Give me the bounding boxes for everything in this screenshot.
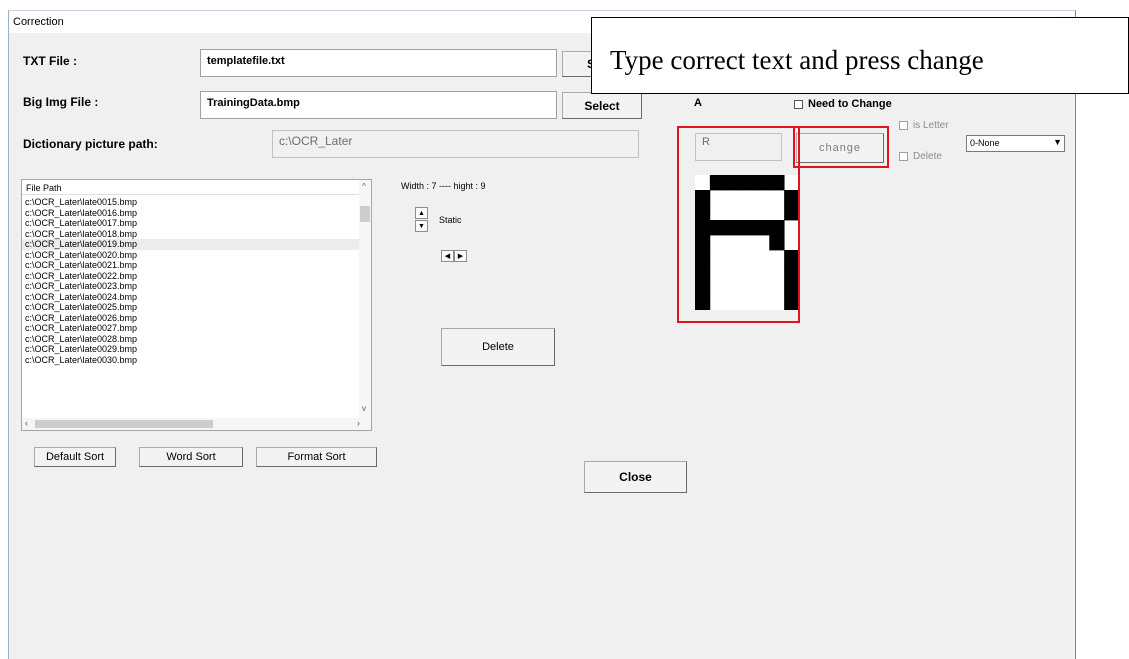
need-to-change-box[interactable] [794,99,803,109]
image-size-text: Width : 7 ---- hight : 9 [401,181,486,191]
file-path-row[interactable]: c:\OCR_Later\late0017.bmp [22,218,362,229]
file-path-row[interactable]: c:\OCR_Later\late0018.bmp [22,229,362,240]
static-label: Static [439,215,462,225]
file-path-row[interactable]: c:\OCR_Later\late0026.bmp [22,313,362,324]
list-horizontal-scrollbar[interactable]: ‹ › [22,418,371,430]
current-char-label: A [694,97,702,109]
spin-right-icon[interactable]: ▶ [454,250,467,262]
spin-up-icon[interactable]: ▲ [415,207,428,219]
default-sort-button[interactable]: Default Sort [34,447,116,467]
need-to-change-label: Need to Change [808,98,892,110]
file-path-row[interactable]: c:\OCR_Later\late0030.bmp [22,355,362,366]
list-vertical-scrollbar[interactable]: ^ v [359,180,371,419]
category-dropdown-value: 0-None [970,138,1000,148]
change-highlight-box [793,126,889,168]
file-path-header: File Path [22,180,362,195]
is-letter-box[interactable] [899,121,908,130]
dictionary-path-input[interactable]: c:\OCR_Later [272,130,639,158]
instruction-callout: Type correct text and press change [591,17,1129,94]
file-path-row[interactable]: c:\OCR_Later\late0019.bmp [22,239,362,250]
instruction-callout-text: Type correct text and press change [610,45,984,75]
dictionary-path-label: Dictionary picture path: [23,137,158,151]
file-path-row[interactable]: c:\OCR_Later\late0028.bmp [22,334,362,345]
category-dropdown[interactable]: 0-None ▼ [966,135,1065,152]
delete-checkbox[interactable]: Delete [899,151,942,162]
horizontal-scroll-thumb[interactable] [35,420,213,428]
format-sort-button[interactable]: Format Sort [256,447,377,467]
file-path-row[interactable]: c:\OCR_Later\late0022.bmp [22,271,362,282]
window-title: Correction [13,16,64,28]
glyph-highlight-box [677,126,800,323]
spin-left-icon[interactable]: ◀ [441,250,454,262]
scroll-down-icon[interactable]: v [362,404,366,413]
scroll-right-icon[interactable]: › [357,418,360,428]
delete-box[interactable] [899,152,908,161]
txt-file-input[interactable]: templatefile.txt [200,49,557,77]
need-to-change-checkbox[interactable]: Need to Change [794,98,892,110]
close-button[interactable]: Close [584,461,687,493]
is-letter-label: is Letter [913,120,949,131]
big-img-file-label: Big Img File : [23,95,99,109]
file-path-row[interactable]: c:\OCR_Later\late0016.bmp [22,208,362,219]
file-path-row[interactable]: c:\OCR_Later\late0015.bmp [22,197,362,208]
word-sort-button[interactable]: Word Sort [139,447,243,467]
spin-down-icon[interactable]: ▼ [415,220,428,232]
file-path-list[interactable]: File Path c:\OCR_Later\late0015.bmp c:\OC… [21,179,372,431]
file-path-row[interactable]: c:\OCR_Later\late0025.bmp [22,302,362,313]
scroll-up-icon[interactable]: ^ [362,182,366,191]
big-img-select-button[interactable]: Select [562,92,642,119]
file-path-row[interactable]: c:\OCR_Later\late0024.bmp [22,292,362,303]
vertical-scroll-thumb[interactable] [360,206,370,222]
delete-checkbox-label: Delete [913,151,942,162]
file-path-row[interactable]: c:\OCR_Later\late0027.bmp [22,323,362,334]
scroll-left-icon[interactable]: ‹ [25,418,28,428]
chevron-down-icon[interactable]: ▼ [1053,137,1062,147]
file-path-row[interactable]: c:\OCR_Later\late0020.bmp [22,250,362,261]
correction-window: Correction × TXT File : templatefile.txt… [8,10,1076,659]
file-path-row[interactable]: c:\OCR_Later\late0021.bmp [22,260,362,271]
big-img-file-input[interactable]: TrainingData.bmp [200,91,557,119]
file-path-row[interactable]: c:\OCR_Later\late0029.bmp [22,344,362,355]
is-letter-checkbox[interactable]: is Letter [899,120,949,131]
file-path-row[interactable]: c:\OCR_Later\late0023.bmp [22,281,362,292]
delete-button[interactable]: Delete [441,328,555,366]
file-path-rows: c:\OCR_Later\late0015.bmp c:\OCR_Later\la… [22,197,362,365]
txt-file-label: TXT File : [23,54,77,68]
